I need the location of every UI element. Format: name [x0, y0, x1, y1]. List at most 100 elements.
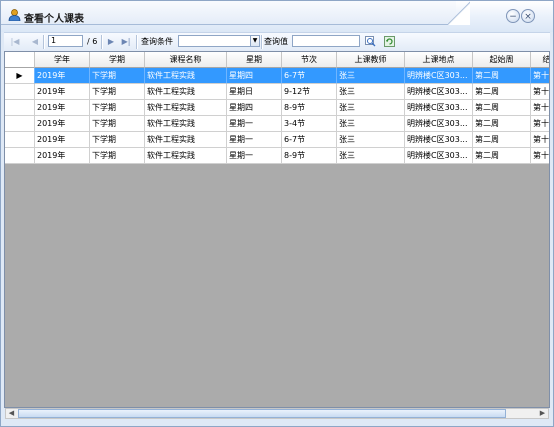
table-cell[interactable]: 2019年 — [35, 68, 90, 84]
close-button[interactable]: × — [521, 9, 535, 23]
table-cell[interactable]: 2019年 — [35, 116, 90, 132]
table-cell[interactable]: 第十八 — [531, 84, 549, 100]
table-cell[interactable]: 软件工程实践 — [145, 132, 227, 148]
table-cell[interactable]: 张三 — [337, 84, 405, 100]
table-cell[interactable]: 3-4节 — [282, 116, 337, 132]
table-cell[interactable]: 下学期 — [90, 84, 145, 100]
table-cell[interactable]: 软件工程实践 — [145, 68, 227, 84]
window-title: 查看个人课表 — [24, 14, 84, 25]
table-cell[interactable]: 张三 — [337, 132, 405, 148]
table-cell[interactable]: 第十八 — [531, 148, 549, 164]
table-cell[interactable]: 下学期 — [90, 68, 145, 84]
table-cell[interactable]: 软件工程实践 — [145, 148, 227, 164]
column-header[interactable]: 学年 — [35, 52, 90, 68]
table-cell[interactable]: 第二周 — [473, 68, 531, 84]
row-header[interactable] — [5, 148, 35, 164]
table-cell[interactable]: 明辨楼C区303... — [405, 148, 473, 164]
scroll-right-icon[interactable]: ▶ — [537, 409, 548, 418]
table-cell[interactable]: 张三 — [337, 148, 405, 164]
query-value-input[interactable] — [292, 35, 360, 47]
column-header[interactable]: 结束 — [531, 52, 549, 68]
table-cell[interactable]: 6-7节 — [282, 68, 337, 84]
scroll-thumb[interactable] — [18, 409, 506, 418]
title-tab-slope — [448, 1, 470, 25]
query-value-label: 查询值 — [264, 37, 288, 46]
table-cell[interactable]: 星期一 — [227, 116, 282, 132]
navigation-toolbar: |◀ ◀ 1 / 6 ▶ ▶| 查询条件 ▼ 查询值 — [4, 32, 550, 52]
table-cell[interactable]: 第十八 — [531, 68, 549, 84]
column-header[interactable]: 星期 — [227, 52, 282, 68]
table-cell[interactable]: 第二周 — [473, 116, 531, 132]
horizontal-scrollbar[interactable]: ◀ ▶ — [5, 408, 549, 419]
table-cell[interactable]: 8-9节 — [282, 148, 337, 164]
table-cell[interactable]: 明辨楼C区303... — [405, 68, 473, 84]
toolbar-separator — [101, 35, 103, 49]
table-cell[interactable]: 张三 — [337, 100, 405, 116]
minimize-button[interactable]: − — [506, 9, 520, 23]
first-page-icon[interactable]: |◀ — [10, 36, 20, 48]
table-cell[interactable]: 星期一 — [227, 148, 282, 164]
course-grid: 学年学期课程名称星期节次上课教师上课地点起始周结束 ▶2019年下学期软件工程实… — [4, 51, 550, 408]
course-schedule-window: 查看个人课表 − × |◀ ◀ 1 / 6 ▶ ▶| 查询条件 ▼ 查询值 学年… — [0, 0, 554, 427]
column-header[interactable]: 节次 — [282, 52, 337, 68]
table-cell[interactable]: 软件工程实践 — [145, 116, 227, 132]
column-header[interactable]: 课程名称 — [145, 52, 227, 68]
table-cell[interactable]: 张三 — [337, 116, 405, 132]
row-header[interactable] — [5, 84, 35, 100]
table-cell[interactable]: 星期一 — [227, 132, 282, 148]
prev-page-icon[interactable]: ◀ — [30, 36, 40, 48]
column-header[interactable]: 学期 — [90, 52, 145, 68]
table-cell[interactable]: 软件工程实践 — [145, 84, 227, 100]
table-cell[interactable]: 下学期 — [90, 100, 145, 116]
title-bar[interactable]: 查看个人课表 − × — [1, 1, 553, 32]
table-cell[interactable]: 第二周 — [473, 84, 531, 100]
column-header[interactable]: 上课地点 — [405, 52, 473, 68]
row-header[interactable] — [5, 116, 35, 132]
current-page-input[interactable]: 1 — [48, 35, 83, 47]
row-header[interactable] — [5, 100, 35, 116]
table-cell[interactable]: 明辨楼C区303... — [405, 132, 473, 148]
table-cell[interactable]: 第十八 — [531, 116, 549, 132]
row-header[interactable]: ▶ — [5, 68, 35, 84]
chevron-down-icon[interactable]: ▼ — [250, 35, 260, 47]
toolbar-separator — [43, 35, 45, 49]
table-cell[interactable]: 明辨楼C区303... — [405, 100, 473, 116]
table-cell[interactable]: 9-12节 — [282, 84, 337, 100]
table-cell[interactable]: 第十八 — [531, 100, 549, 116]
table-cell[interactable]: 8-9节 — [282, 100, 337, 116]
table-cell[interactable]: 2019年 — [35, 100, 90, 116]
row-header-corner — [5, 52, 35, 68]
table-cell[interactable]: 2019年 — [35, 148, 90, 164]
table-cell[interactable]: 星期四 — [227, 100, 282, 116]
column-header[interactable]: 起始周 — [473, 52, 531, 68]
table-cell[interactable]: 星期四 — [227, 68, 282, 84]
query-condition-select[interactable] — [178, 35, 251, 47]
table-cell[interactable]: 下学期 — [90, 116, 145, 132]
table-cell[interactable]: 第二周 — [473, 100, 531, 116]
table-cell[interactable]: 第二周 — [473, 148, 531, 164]
toolbar-separator — [261, 35, 263, 49]
table-cell[interactable]: 星期日 — [227, 84, 282, 100]
table-cell[interactable]: 第十八 — [531, 132, 549, 148]
table-cell[interactable]: 2019年 — [35, 84, 90, 100]
table-cell[interactable]: 第二周 — [473, 132, 531, 148]
next-page-icon[interactable]: ▶ — [106, 36, 116, 48]
user-icon — [8, 9, 21, 21]
table-cell[interactable]: 下学期 — [90, 148, 145, 164]
toolbar-separator — [136, 35, 138, 49]
search-icon[interactable] — [365, 36, 376, 47]
table-cell[interactable]: 6-7节 — [282, 132, 337, 148]
table-cell[interactable]: 明辨楼C区303... — [405, 84, 473, 100]
table-cell[interactable]: 2019年 — [35, 132, 90, 148]
scroll-left-icon[interactable]: ◀ — [6, 409, 17, 418]
refresh-icon[interactable] — [384, 36, 395, 47]
query-condition-label: 查询条件 — [141, 37, 173, 46]
table-cell[interactable]: 软件工程实践 — [145, 100, 227, 116]
table-cell[interactable]: 下学期 — [90, 132, 145, 148]
table-cell[interactable]: 明辨楼C区303... — [405, 116, 473, 132]
last-page-icon[interactable]: ▶| — [121, 36, 131, 48]
row-header[interactable] — [5, 132, 35, 148]
total-pages-label: / 6 — [87, 37, 98, 46]
column-header[interactable]: 上课教师 — [337, 52, 405, 68]
table-cell[interactable]: 张三 — [337, 68, 405, 84]
